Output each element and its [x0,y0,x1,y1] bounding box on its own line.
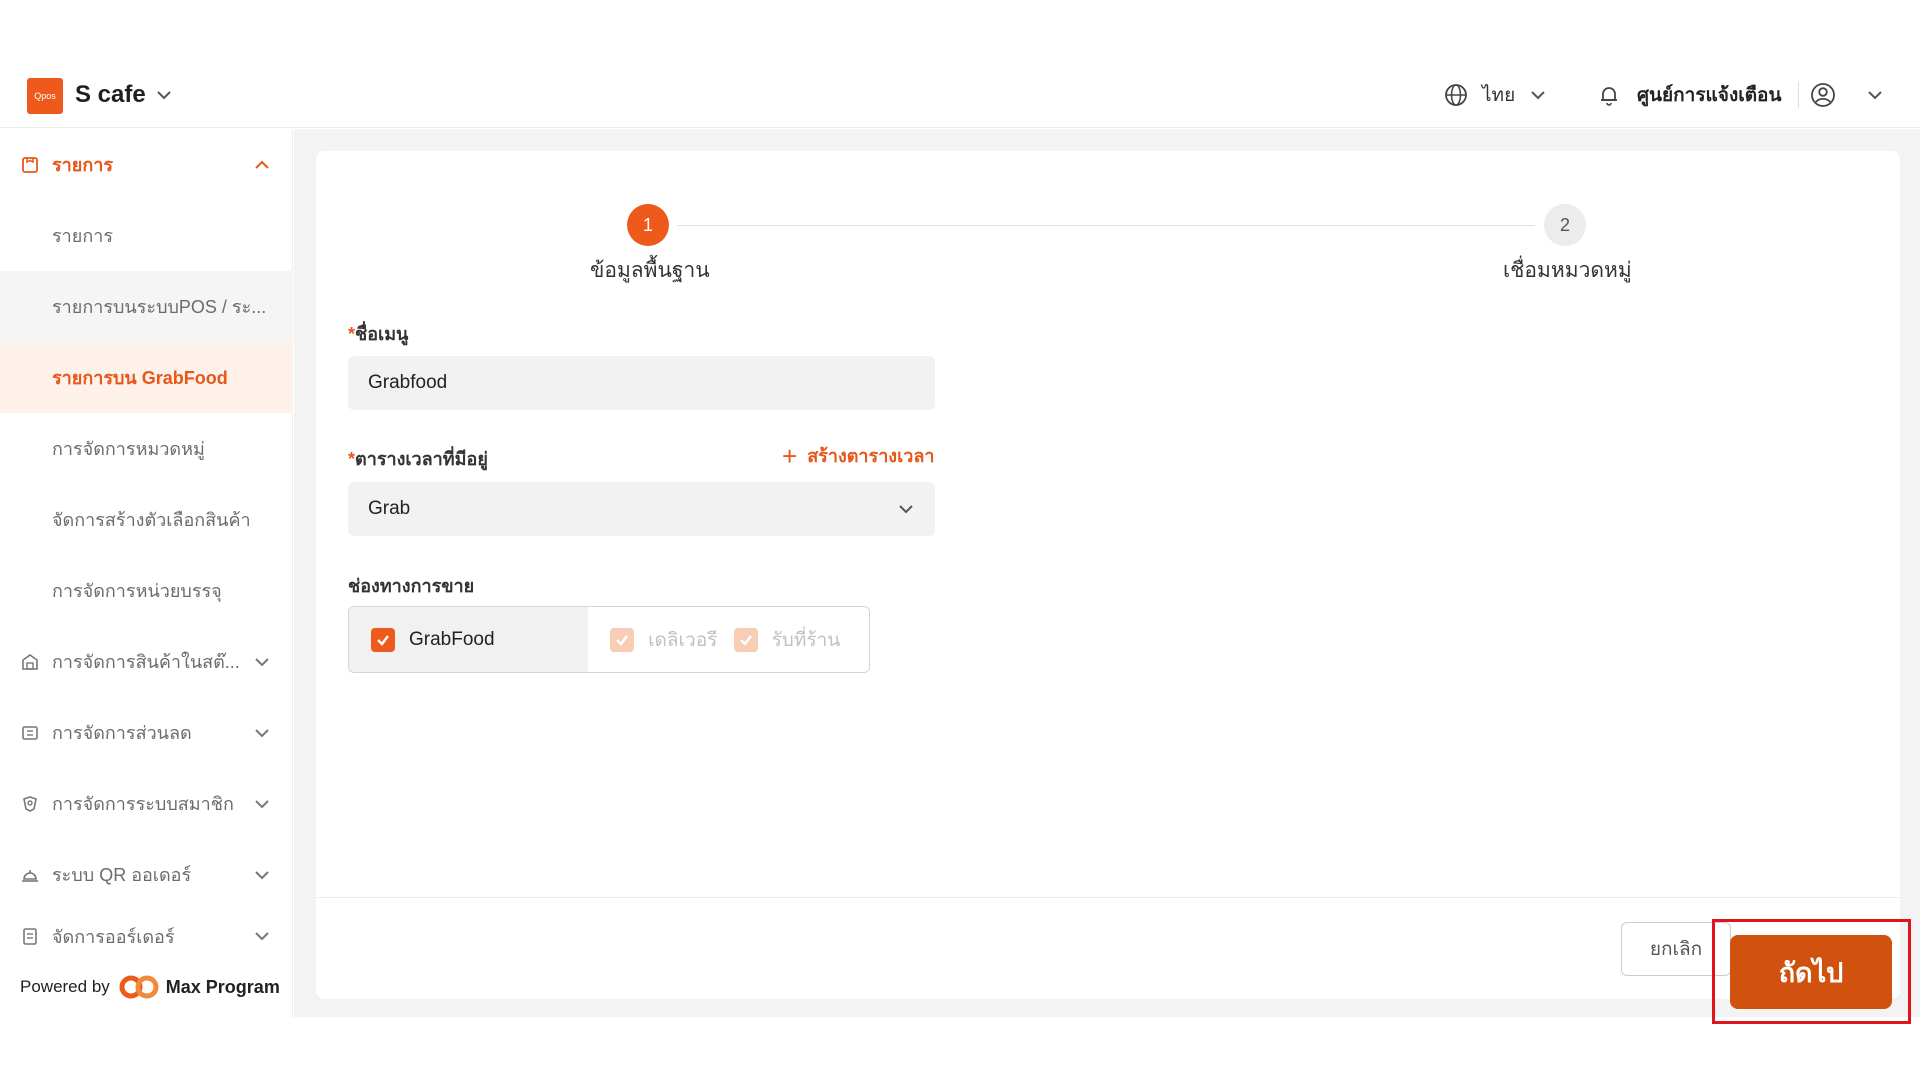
menu-name-label-text: ชื่อเมนู [355,324,409,344]
language-selector[interactable]: ไทย [1444,62,1547,128]
sidebar-item-label: การจัดการสินค้าในสต๊... [52,652,240,672]
sidebar-item-label: การจัดการระบบสมาชิก [52,794,234,814]
sales-channel-label: ช่องทางการขาย [348,576,475,596]
menu-list-icon [22,156,38,173]
user-avatar-icon [1811,83,1835,107]
sidebar-subitem-options[interactable]: จัดการสร้างตัวเลือกสินค้า [0,484,293,555]
channel-label: GrabFood [409,628,495,650]
sidebar-item-label: รายการบน GrabFood [52,368,228,388]
chevron-down-icon [899,505,913,514]
channel-pickup-checkbox: รับที่ร้าน [720,607,869,672]
sidebar-subitem-pos-menu[interactable]: รายการบนระบบPOS / ระ... [0,271,293,342]
schedule-label-text: ตารางเวลาที่มีอยู่ [355,449,488,469]
language-label: ไทย [1482,85,1516,106]
step-2-circle: 2 [1544,204,1586,246]
channel-label: เดลิเวอรี [648,629,718,651]
max-program-logo-icon [119,975,159,999]
checkmark-icon [733,627,758,652]
checkmark-icon [371,627,395,652]
top-header: Qpos S cafe ไทย ศูนย์การแจ้งเตือน [0,62,1920,128]
menu-name-label: *ชื่อเมนู [348,319,408,348]
channel-label: รับที่ร้าน [771,629,841,651]
sidebar-item-label: รายการบนระบบPOS / ระ... [52,297,267,317]
chevron-down-icon [1531,91,1545,100]
warehouse-icon [22,653,38,670]
sidebar-subitem-category[interactable]: การจัดการหมวดหมู่ [0,413,293,484]
chevron-down-icon [255,799,269,808]
sidebar-item-label: การจัดการหมวดหมู่ [52,439,205,459]
chevron-down-icon[interactable] [155,86,173,104]
sidebar-item-stock[interactable]: การจัดการสินค้าในสต๊... [0,626,293,697]
checkmark-icon [610,627,635,652]
sidebar-subitem-units[interactable]: การจัดการหน่วยบรรจุ [0,555,293,626]
user-menu[interactable] [1810,62,1884,128]
chevron-down-icon [255,728,269,737]
service-bell-icon [22,869,38,882]
form-card [316,151,1900,999]
schedule-select[interactable]: Grab [348,482,935,536]
sidebar: รายการ รายการ รายการบนระบบPOS / ระ... รา… [0,129,293,1017]
sidebar-subitem-menu[interactable]: รายการ [0,200,293,271]
coupon-icon [22,725,38,740]
member-icon [23,795,37,812]
create-schedule-link[interactable]: + สร้างตารางเวลา [782,441,935,470]
chevron-down-icon [255,870,269,879]
sidebar-item-label: การจัดการส่วนลด [52,723,192,743]
sidebar-item-label: รายการ [52,226,113,246]
sidebar-item-qr-order[interactable]: ระบบ QR ออเดอร์ [0,839,293,910]
required-mark: * [348,324,356,344]
chevron-down-icon [1868,91,1882,100]
order-clipboard-icon [23,928,37,945]
sales-channel-group: GrabFood เดลิเวอรี รับที่ร้าน [348,606,870,673]
notification-center[interactable]: ศูนย์การแจ้งเตือน [1597,62,1781,128]
sidebar-item-label: จัดการออร์เดอร์ [52,926,175,947]
create-schedule-text: สร้างตารางเวลา [807,446,935,466]
powered-by: Powered by Max Program [20,972,280,1002]
stepper-line [677,225,1535,226]
sidebar-item-discount[interactable]: การจัดการส่วนลด [0,697,293,768]
step-1-label: ข้อมูลพื้นฐาน [590,259,710,282]
qpos-logo: Qpos [27,78,63,114]
schedule-select-value: Grab [368,498,411,519]
required-mark: * [348,449,356,469]
sidebar-item-label: รายการ [52,155,113,175]
sidebar-item-orders[interactable]: จัดการออร์เดอร์ [0,910,293,962]
step-2-label: เชื่อมหมวดหมู่ [1503,259,1632,282]
sidebar-item-membership[interactable]: การจัดการระบบสมาชิก [0,768,293,839]
plus-icon: + [782,440,798,471]
store-name[interactable]: S cafe [75,81,146,109]
step-1-circle: 1 [627,204,669,246]
menu-name-input[interactable]: Grabfood [348,356,935,410]
sidebar-subitem-grabfood-menu[interactable]: รายการบน GrabFood [0,342,293,413]
sidebar-item-menu[interactable]: รายการ [0,129,293,200]
channel-delivery-checkbox: เดลิเวอรี [588,607,720,672]
globe-icon [1445,84,1467,106]
chevron-up-icon [255,160,269,169]
powered-by-brand: Max Program [165,976,280,997]
channel-grabfood-checkbox[interactable]: GrabFood [349,607,589,672]
bell-icon [1601,87,1617,106]
sidebar-item-label: ระบบ QR ออเดอร์ [52,865,192,885]
header-divider [1798,82,1799,108]
chevron-down-icon [255,657,269,666]
schedule-label: *ตารางเวลาที่มีอยู่ [348,444,488,473]
footer-divider [316,897,1900,898]
highlight-box [1712,919,1911,1024]
sidebar-item-label: การจัดการหน่วยบรรจุ [52,581,222,601]
powered-by-text: Powered by [20,977,110,996]
notification-label: ศูนย์การแจ้งเตือน [1637,85,1782,106]
chevron-down-icon [255,932,269,941]
sidebar-item-label: จัดการสร้างตัวเลือกสินค้า [52,510,251,530]
